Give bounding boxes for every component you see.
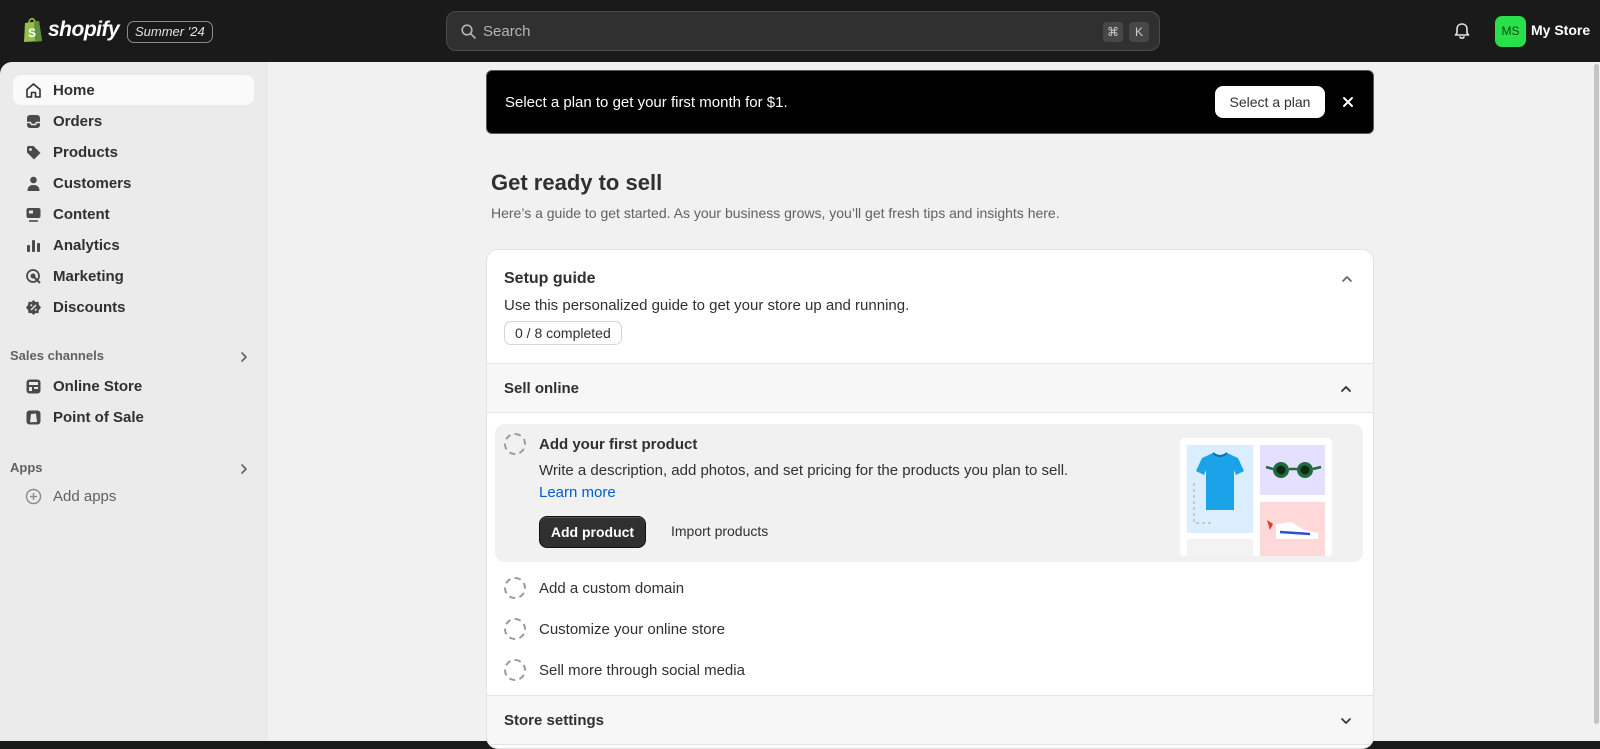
task-description-text: Write a description, add photos, and set… <box>539 462 1069 479</box>
import-products-button[interactable]: Import products <box>671 523 768 539</box>
progress-badge: 0 / 8 completed <box>504 321 622 345</box>
discount-icon <box>26 300 41 315</box>
plus-circle-icon <box>25 488 42 505</box>
learn-more-link[interactable]: Learn more <box>539 484 616 501</box>
scrollbar-thumb[interactable] <box>1594 64 1599 724</box>
sidebar-item-label: Analytics <box>53 237 120 254</box>
task-title[interactable]: Add your first product <box>539 436 697 453</box>
shortcut-key-k: K <box>1129 22 1149 42</box>
task-description: Write a description, add photos, and set… <box>539 460 1069 504</box>
close-icon[interactable] <box>1339 93 1357 111</box>
sell-online-title: Sell online <box>504 380 580 397</box>
shortcut-key-cmd: ⌘ <box>1103 22 1123 42</box>
chevron-right-icon[interactable] <box>237 462 251 476</box>
add-product-button[interactable]: Add product <box>539 516 646 548</box>
sidebar-item-label: Point of Sale <box>53 409 144 426</box>
bell-icon[interactable] <box>1452 21 1472 41</box>
shopify-logo[interactable]: S shopify <box>22 17 120 43</box>
store-icon <box>26 379 41 394</box>
inbox-icon <box>27 115 40 128</box>
task-status-circle[interactable] <box>504 618 526 640</box>
store-settings-title: Store settings <box>504 712 605 729</box>
setup-guide-card: Setup guide Use this personalized guide … <box>486 249 1374 749</box>
sidebar-item-label: Customers <box>53 175 132 192</box>
apps-heading[interactable]: Apps <box>10 460 43 475</box>
sidebar-item-label: Products <box>53 144 119 161</box>
plan-banner: Select a plan to get your first month fo… <box>486 70 1374 134</box>
sidebar-item-online-store[interactable]: Online Store <box>13 371 254 401</box>
sales-channels-heading[interactable]: Sales channels <box>10 348 104 363</box>
top-bar: S shopify Summer '24 Search ⌘ K MS My St… <box>0 0 1600 62</box>
pos-icon <box>26 410 41 425</box>
sidebar-item-label: Marketing <box>53 268 124 285</box>
sidebar-item-orders[interactable]: Orders <box>13 106 254 136</box>
task-status-circle[interactable] <box>504 433 526 455</box>
sidebar-item-label: Home <box>53 82 95 99</box>
sidebar-item-label: Discounts <box>53 299 126 316</box>
sidebar-item-label: Online Store <box>53 378 143 395</box>
tag-icon <box>27 146 41 160</box>
sidebar-item-analytics[interactable]: Analytics <box>13 230 254 260</box>
sidebar-item-label: Content <box>53 206 110 223</box>
svg-text:S: S <box>28 26 36 40</box>
task-customize-store[interactable]: Customize your online store <box>539 621 725 638</box>
brand-name: shopify <box>48 18 120 41</box>
sidebar-item-discounts[interactable]: Discounts <box>13 292 254 322</box>
edition-badge[interactable]: Summer '24 <box>127 21 213 43</box>
chevron-down-icon[interactable] <box>1339 714 1353 728</box>
sidebar-item-add-apps[interactable]: Add apps <box>13 481 254 511</box>
sidebar-item-marketing[interactable]: Marketing <box>13 261 254 291</box>
sidebar-item-customers[interactable]: Customers <box>13 168 254 198</box>
sell-online-header[interactable]: Sell online <box>487 363 1373 413</box>
page-subtitle: Here’s a guide to get started. As your b… <box>491 205 1060 221</box>
select-plan-button[interactable]: Select a plan <box>1215 86 1325 118</box>
avatar[interactable]: MS <box>1495 16 1526 47</box>
setup-guide-title: Setup guide <box>504 270 596 287</box>
setup-guide-description: Use this personalized guide to get your … <box>504 297 910 314</box>
target-icon <box>26 269 41 284</box>
task-add-custom-domain[interactable]: Add a custom domain <box>539 580 684 597</box>
search-input[interactable]: Search <box>483 23 531 40</box>
sidebar-item-point-of-sale[interactable]: Point of Sale <box>13 402 254 432</box>
page-title: Get ready to sell <box>491 170 663 195</box>
task-social-media[interactable]: Sell more through social media <box>539 662 745 679</box>
sidebar-item-label: Orders <box>53 113 103 130</box>
search-bar[interactable]: Search ⌘ K <box>446 11 1160 51</box>
store-settings-header[interactable]: Store settings <box>487 695 1373 745</box>
task-add-first-product: Add your first product Write a descripti… <box>495 424 1363 562</box>
store-name[interactable]: My Store <box>1531 22 1590 38</box>
home-icon <box>26 83 41 98</box>
person-icon <box>27 176 40 191</box>
chevron-right-icon[interactable] <box>237 350 251 364</box>
task-status-circle[interactable] <box>504 659 526 681</box>
sidebar-item-content[interactable]: Content <box>13 199 254 229</box>
sidebar-item-products[interactable]: Products <box>13 137 254 167</box>
content-icon <box>26 208 41 222</box>
chevron-up-icon[interactable] <box>1340 272 1354 286</box>
sidebar: Home Orders Products Customers Content A… <box>0 62 268 741</box>
sidebar-item-home[interactable]: Home <box>13 75 254 105</box>
shopify-bag-icon: S <box>24 17 42 42</box>
banner-text: Select a plan to get your first month fo… <box>505 94 788 111</box>
product-illustration <box>1180 438 1332 556</box>
search-icon <box>461 24 476 39</box>
bar-chart-icon <box>27 240 40 252</box>
chevron-up-icon[interactable] <box>1339 382 1353 396</box>
sidebar-item-label: Add apps <box>53 488 117 505</box>
task-status-circle[interactable] <box>504 577 526 599</box>
